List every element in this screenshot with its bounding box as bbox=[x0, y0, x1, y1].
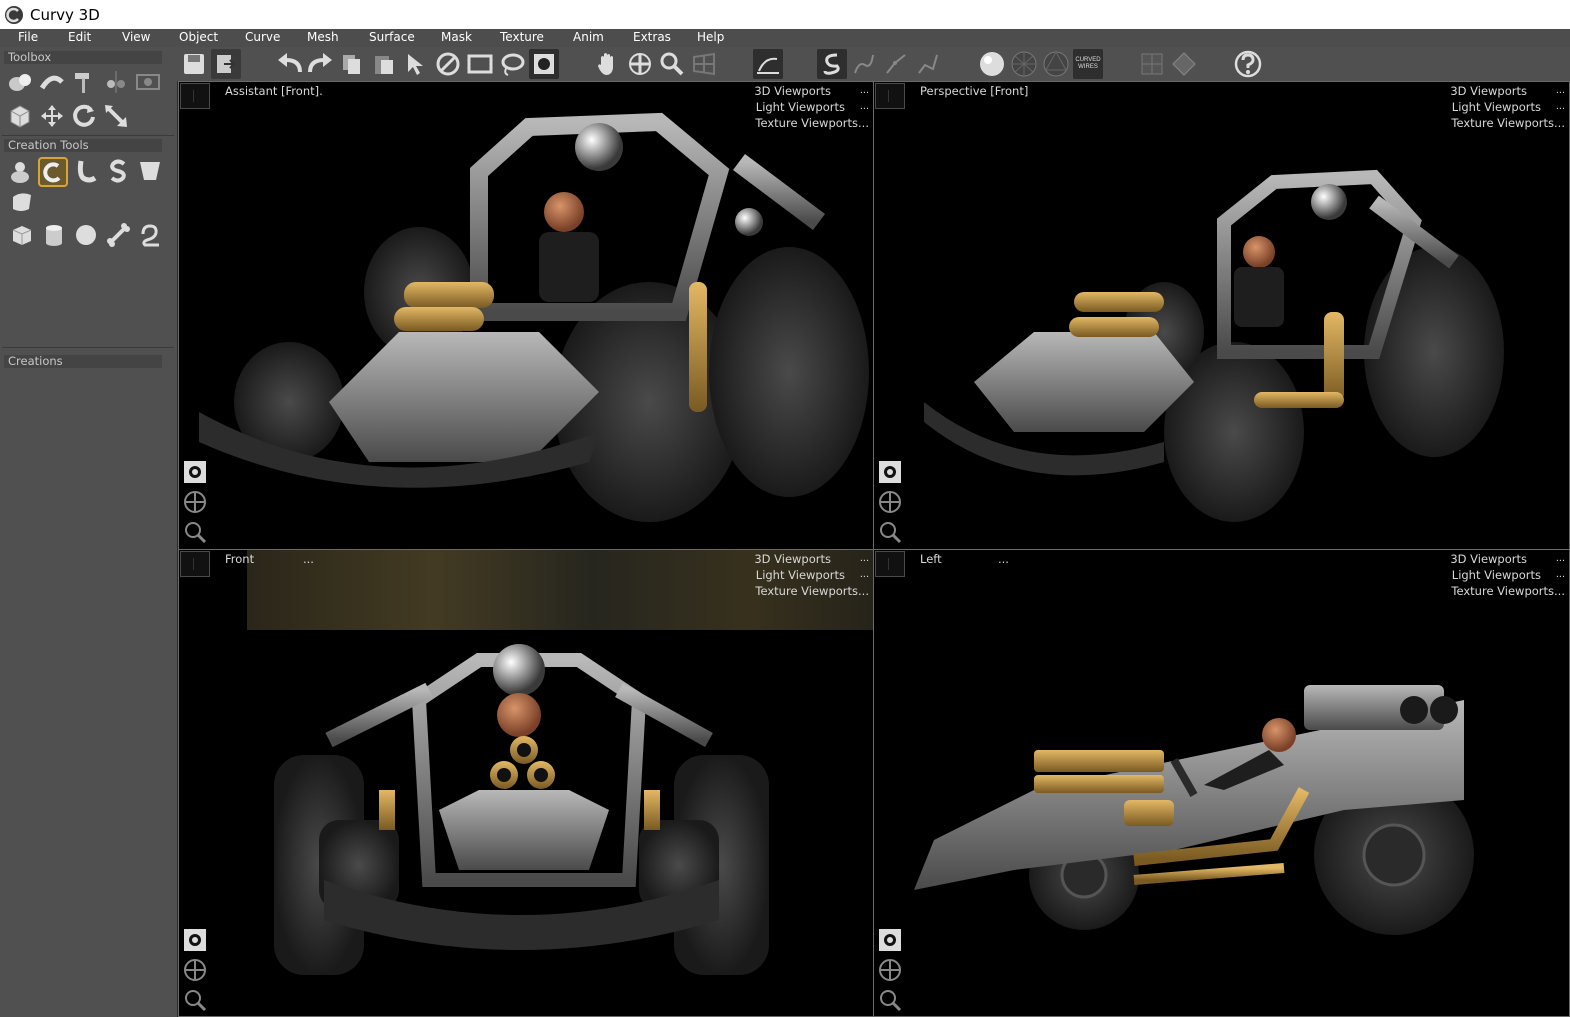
symmetry-tool-icon[interactable] bbox=[102, 68, 130, 96]
pan-hand-icon[interactable] bbox=[593, 49, 623, 79]
curve-edit-icon[interactable] bbox=[753, 49, 783, 79]
lasso-select-icon[interactable] bbox=[497, 49, 527, 79]
smooth-curve-icon[interactable] bbox=[849, 49, 879, 79]
viewport-orbit-nav-icon[interactable] bbox=[876, 926, 904, 954]
grid-toggle-icon[interactable] bbox=[1137, 49, 1167, 79]
straight-curve-icon[interactable] bbox=[881, 49, 911, 79]
cylinder-primitive-icon[interactable] bbox=[40, 221, 68, 249]
import-icon[interactable] bbox=[211, 49, 241, 79]
deform-tool-icon[interactable] bbox=[38, 68, 66, 96]
curvy-3d-logo-icon bbox=[5, 5, 23, 24]
hammer-tool-icon[interactable] bbox=[70, 68, 98, 96]
corner-curve-icon[interactable] bbox=[913, 49, 943, 79]
rectangle-select-icon[interactable] bbox=[465, 49, 495, 79]
s-curve-tool-icon[interactable] bbox=[104, 157, 132, 185]
menu-edit[interactable]: Edit bbox=[68, 30, 91, 44]
wireframe-shading-icon[interactable] bbox=[1009, 49, 1039, 79]
copy-icon[interactable] bbox=[337, 49, 367, 79]
paste-icon[interactable] bbox=[369, 49, 399, 79]
viewport-orbit-nav-icon[interactable] bbox=[181, 926, 209, 954]
scale-tool-icon[interactable] bbox=[102, 102, 130, 130]
viewport-perspective[interactable]: Perspective [Front] 3D Viewports ... Lig… bbox=[873, 81, 1570, 550]
viewport-assistant[interactable]: Assistant [Front]. 3D Viewports ... Ligh… bbox=[178, 81, 874, 550]
menu-curve[interactable]: Curve bbox=[245, 30, 280, 44]
left-panel: Toolbox Creation Tools Creations bbox=[0, 47, 178, 1017]
viewport-zoom-nav-icon[interactable] bbox=[876, 518, 904, 546]
zoom-icon[interactable] bbox=[657, 49, 687, 79]
sphere-primitive-icon[interactable] bbox=[72, 221, 100, 249]
deselect-icon[interactable] bbox=[433, 49, 463, 79]
menu-view[interactable]: View bbox=[122, 30, 150, 44]
creations-header: Creations bbox=[4, 355, 162, 368]
lathe-tool-icon[interactable] bbox=[136, 157, 164, 185]
select-inside-icon[interactable] bbox=[529, 49, 559, 79]
blob-tool-icon[interactable] bbox=[6, 157, 34, 185]
viewport-pan-nav-icon[interactable] bbox=[181, 488, 209, 516]
cube-primitive-icon[interactable] bbox=[8, 221, 36, 249]
viewport-front[interactable]: Front ... 3D Viewports ... Light Viewpor… bbox=[178, 549, 874, 1017]
viewport-orbit-nav-icon[interactable] bbox=[181, 458, 209, 486]
viewport-zoom-nav-icon[interactable] bbox=[181, 518, 209, 546]
creation-tools-header: Creation Tools bbox=[4, 139, 162, 152]
viewport-zoom-nav-icon[interactable] bbox=[876, 986, 904, 1014]
curve-profile-tool-icon[interactable] bbox=[38, 157, 68, 187]
toolbox-header: Toolbox bbox=[4, 51, 162, 64]
menu-anim[interactable]: Anim bbox=[573, 30, 604, 44]
window-title: Curvy 3D bbox=[30, 5, 100, 24]
orbit-icon[interactable] bbox=[625, 49, 655, 79]
mesh-shading-icon[interactable] bbox=[1041, 49, 1071, 79]
viewport-left[interactable]: Left ... 3D Viewports ... Light Viewport… bbox=[873, 549, 1570, 1017]
extrude-tool-icon[interactable] bbox=[72, 157, 100, 185]
viewport-pan-nav-icon[interactable] bbox=[181, 956, 209, 984]
menu-surface[interactable]: Surface bbox=[369, 30, 415, 44]
rotate-tool-icon[interactable] bbox=[70, 102, 98, 130]
draw-curve-icon[interactable] bbox=[817, 49, 847, 79]
snap-toggle-icon[interactable] bbox=[1169, 49, 1199, 79]
add-object-tool-icon[interactable] bbox=[6, 68, 34, 96]
menu-bar: File Edit View Object Curve Mesh Surface… bbox=[0, 29, 1570, 47]
menu-mesh[interactable]: Mesh bbox=[307, 30, 339, 44]
move-tool-icon[interactable] bbox=[38, 102, 66, 130]
viewport-orbit-nav-icon[interactable] bbox=[876, 458, 904, 486]
cube-select-tool-icon[interactable] bbox=[6, 102, 34, 130]
viewport-pan-nav-icon[interactable] bbox=[876, 488, 904, 516]
menu-object[interactable]: Object bbox=[179, 30, 218, 44]
menu-file[interactable]: File bbox=[18, 30, 38, 44]
camera-tool-icon[interactable] bbox=[134, 68, 162, 96]
menu-extras[interactable]: Extras bbox=[633, 30, 671, 44]
redo-icon[interactable] bbox=[305, 49, 335, 79]
undo-icon[interactable] bbox=[275, 49, 305, 79]
title-bar: Curvy 3D bbox=[0, 0, 1570, 29]
smooth-shading-icon[interactable] bbox=[977, 49, 1007, 79]
buggy-model-3d bbox=[199, 112, 869, 522]
select-arrow-icon[interactable] bbox=[401, 49, 431, 79]
viewport-zoom-nav-icon[interactable] bbox=[181, 986, 209, 1014]
buggy-model-left bbox=[914, 685, 1474, 935]
pipe-primitive-icon[interactable] bbox=[136, 221, 164, 249]
save-icon[interactable] bbox=[179, 49, 209, 79]
menu-help[interactable]: Help bbox=[697, 30, 724, 44]
curved-wires-label: CURVED WIRES bbox=[1075, 57, 1101, 70]
curved-wires-button[interactable]: CURVED WIRES bbox=[1073, 49, 1103, 79]
menu-mask[interactable]: Mask bbox=[441, 30, 472, 44]
surface-patch-tool-icon[interactable] bbox=[8, 188, 36, 216]
buggy-model-front bbox=[274, 644, 769, 975]
bone-primitive-icon[interactable] bbox=[104, 221, 132, 249]
buggy-model-perspective bbox=[924, 169, 1504, 522]
viewport-pan-nav-icon[interactable] bbox=[876, 956, 904, 984]
main-toolbar: CURVED WIRES bbox=[177, 47, 1570, 81]
grid-view-icon[interactable] bbox=[689, 49, 719, 79]
menu-texture[interactable]: Texture bbox=[500, 30, 544, 44]
help-icon[interactable] bbox=[1233, 49, 1263, 79]
